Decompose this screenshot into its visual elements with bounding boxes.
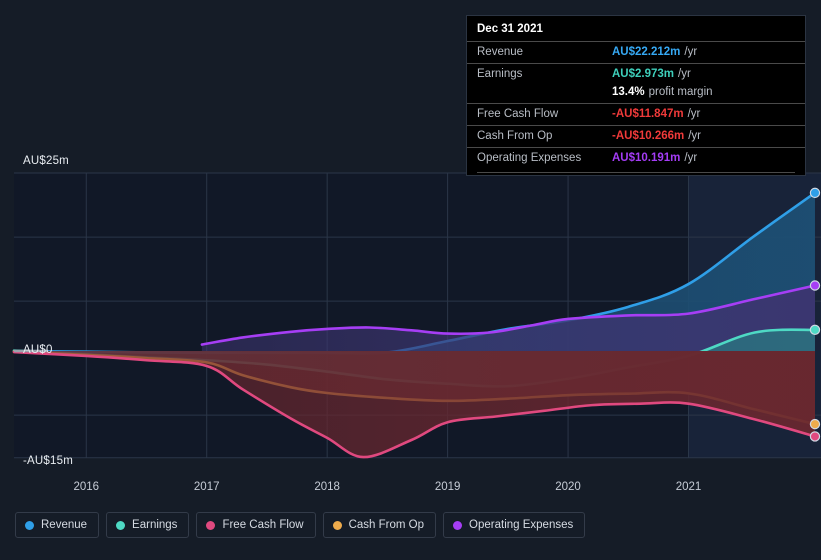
chart-svg [12,172,821,459]
tooltip-row-value: -AU$10.266m [612,130,685,142]
endpoint-marker-revenue [809,187,821,199]
y-axis-label-top: AU$25m [23,155,69,167]
x-axis-tick-2016: 2016 [73,481,100,493]
tooltip-row-key: Revenue [477,46,524,58]
tooltip-profit-margin-label: profit margin [648,86,713,98]
chart-plot-area [0,160,821,480]
tooltip-row: Operating Expenses AU$10.191m/yr [467,147,805,169]
chart-page: AU$25m AU$0 -AU$15m 2016 2017 2018 2019 2020… [0,0,821,560]
tooltip-row-key: Earnings [477,68,523,80]
tooltip-row-unit: /yr [684,152,698,164]
legend-item-cash-from-op[interactable]: Cash From Op [322,512,437,538]
tooltip-row-key: Free Cash Flow [477,108,559,120]
tooltip-row-value: -AU$11.847m [612,108,684,120]
tooltip-row-value: AU$22.212m [612,46,681,58]
legend-item-revenue[interactable]: Revenue [15,512,100,538]
tooltip-row: Free Cash Flow -AU$11.847m/yr [467,103,805,125]
legend-item-label: Earnings [132,519,178,531]
tooltip-row: Cash From Op -AU$10.266m/yr [467,125,805,147]
legend-dot-icon [206,520,216,530]
x-axis-tick-2020: 2020 [555,481,581,493]
tooltip-row-unit: /yr [678,68,691,80]
tooltip-row-unit: /yr [687,108,701,120]
legend-dot-icon [25,520,34,530]
chart-legend[interactable]: Revenue Earnings Free Cash Flow Cash From O… [15,512,586,538]
legend-item-free-cash-flow[interactable]: Free Cash Flow [196,512,316,538]
y-axis-label-bottom: -AU$15m [23,455,73,467]
endpoint-marker-free-cash-flow [809,431,821,442]
endpoint-marker-earnings [809,324,821,336]
tooltip-row-value: AU$2.973m [612,68,675,80]
tooltip-row-key: Cash From Op [477,130,553,142]
legend-dot-icon [453,520,463,530]
legend-dot-icon [332,520,342,530]
endpoint-marker-operating-expenses [809,280,821,291]
tooltip-date: Dec 31 2021 [477,23,543,35]
chart-tooltip: Dec 31 2021 Revenue AU$22.212m/yr Earnings… [466,15,806,176]
tooltip-profit-margin-row: 13.4% profit margin [467,85,805,103]
x-axis-tick-2018: 2018 [314,481,340,493]
y-axis-label-zero: AU$0 [23,344,53,356]
tooltip-row-value: AU$10.191m [612,152,681,164]
legend-item-label: Operating Expenses [469,519,574,531]
tooltip-row-unit: /yr [688,130,702,142]
legend-item-label: Revenue [41,519,88,531]
endpoint-marker-cash-from-op [809,418,821,430]
legend-item-label: Cash From Op [348,519,425,531]
legend-item-earnings[interactable]: Earnings [106,512,190,538]
tooltip-row-unit: /yr [684,46,698,58]
legend-item-operating-expenses[interactable]: Operating Expenses [443,512,586,538]
tooltip-row: Earnings AU$2.973m/yr [467,63,805,85]
tooltip-row: Revenue AU$22.212m/yr [467,41,805,63]
tooltip-bottom-divider [477,172,795,173]
x-axis-tick-2019: 2019 [434,481,461,493]
tooltip-row-key: Operating Expenses [477,152,582,164]
tooltip-rows: Revenue AU$22.212m/yr Earnings AU$2.973m/yr… [467,41,805,173]
legend-item-label: Free Cash Flow [222,519,304,531]
tooltip-profit-margin-value: 13.4% [612,86,645,98]
x-axis-tick-2017: 2017 [193,481,220,493]
x-axis-tick-2021: 2021 [675,481,702,493]
legend-dot-icon [116,520,126,530]
